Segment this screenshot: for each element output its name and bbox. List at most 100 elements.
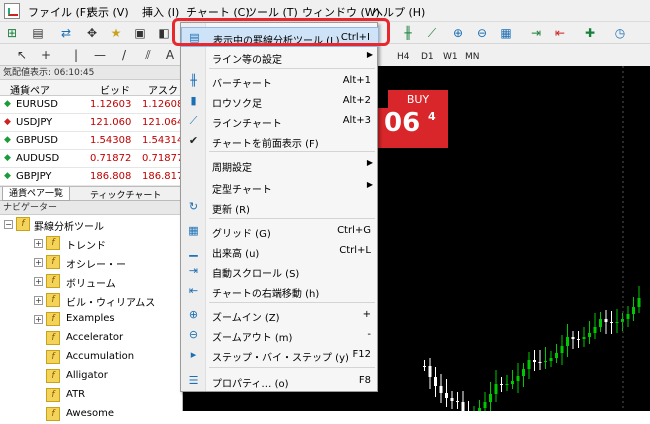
- navigator-folder[interactable]: + f ビル・ウィリアムス: [0, 291, 182, 310]
- ask-price: 1.12608: [142, 99, 184, 110]
- menu-item-item-6[interactable]: 周期設定 ▶: [181, 155, 379, 175]
- menu-item-label: 更新 (R): [212, 205, 250, 216]
- navigator-folder[interactable]: + f オシレー・ー: [0, 253, 182, 272]
- data-window-icon[interactable]: ✥: [84, 25, 100, 41]
- menu-item-item-7[interactable]: 定型チャート ▶: [181, 177, 379, 197]
- trendline-icon[interactable]: /: [116, 47, 132, 63]
- candle-body: [544, 361, 547, 362]
- navigator-root[interactable]: − f 罫線分析ツール: [0, 215, 182, 234]
- chart-shift-tool-icon[interactable]: ⇤: [552, 25, 568, 41]
- menu-item-zoom-out[interactable]: ⊖ ズームアウト (m) -: [181, 325, 379, 345]
- channel-icon[interactable]: ⫽: [140, 47, 156, 63]
- tab-symbols[interactable]: 通貨ペア一覧: [2, 187, 71, 201]
- candle-body: [610, 322, 613, 323]
- navigator-folder-label: ビル・ウィリアムス: [66, 298, 156, 309]
- zoom-out-tool-icon[interactable]: ⊖: [474, 25, 490, 41]
- shift-end-icon: ⇤: [188, 284, 199, 297]
- tab-tick-chart[interactable]: ティックチャート: [90, 188, 161, 201]
- candle-body: [588, 333, 591, 337]
- menu-item-step[interactable]: ▸ ステップ・バイ・ステップ (y) F12: [181, 345, 379, 365]
- market-watch-row[interactable]: ◆ GBPUSD 1.54308 1.54314: [0, 132, 184, 150]
- indicators-tool-icon[interactable]: ✚: [582, 25, 598, 41]
- market-watch-row[interactable]: ◆ EURUSD 1.12603 1.12608: [0, 96, 184, 114]
- crosshair-icon[interactable]: +: [38, 47, 54, 63]
- menu-item-refresh[interactable]: ↻ 更新 (R): [181, 197, 379, 217]
- ask-price: 1.54314: [142, 135, 184, 146]
- menu-item-label: ロウソク足: [212, 99, 262, 110]
- cursor-icon[interactable]: ↖: [14, 47, 30, 63]
- menu-item-label: 周期設定: [212, 163, 252, 174]
- navigator-indicator[interactable]: f Accelerator: [0, 329, 182, 348]
- navigator-indicator[interactable]: f ATR: [0, 386, 182, 405]
- navigator-indicator[interactable]: f Alligator: [0, 367, 182, 386]
- column-ask[interactable]: アスク: [148, 82, 178, 97]
- expand-icon[interactable]: +: [34, 239, 43, 248]
- timeframe-d1[interactable]: D1: [421, 52, 434, 62]
- navigator-indicator[interactable]: f Accumulation: [0, 348, 182, 367]
- zoom-in-tool-icon[interactable]: ⊕: [450, 25, 466, 41]
- candle-body: [500, 384, 503, 385]
- bar-chart-tool-icon[interactable]: ╫: [400, 25, 416, 41]
- terminal-icon[interactable]: ▣: [132, 25, 148, 41]
- timeframe-h4[interactable]: H4: [397, 52, 410, 62]
- menu-item-properties[interactable]: ☰ プロパティ… (o) F8: [181, 371, 379, 391]
- timeframe-w1[interactable]: W1: [443, 52, 458, 62]
- menu-item-volume[interactable]: ▁ 出来高 (u) Ctrl+L: [181, 241, 379, 261]
- navigator-icon[interactable]: ★: [108, 25, 124, 41]
- menu-item-line-chart[interactable]: ⟋ ラインチャート Alt+3: [181, 111, 379, 131]
- line-chart-tool-icon[interactable]: ⟋: [424, 25, 440, 41]
- volume-icon: ▁: [189, 244, 198, 257]
- submenu-arrow-icon: ▶: [366, 50, 373, 59]
- submenu-arrow-icon: ▶: [366, 158, 373, 167]
- column-symbol[interactable]: 通貨ペア: [10, 82, 50, 97]
- navigator-folder[interactable]: + f ボリューム: [0, 272, 182, 291]
- grid-icon: ▦: [188, 224, 199, 237]
- menu-item-autoscroll[interactable]: ⇥ 自動スクロール (S): [181, 261, 379, 281]
- expand-icon[interactable]: +: [34, 296, 43, 305]
- market-watch-tabs: 通貨ペア一覧 ティックチャート: [0, 186, 182, 201]
- autoscroll-tool-icon[interactable]: ⇥: [528, 25, 544, 41]
- menu-insert[interactable]: 挿入 (I): [142, 4, 179, 20]
- horizontal-line-icon[interactable]: —: [92, 47, 108, 63]
- menu-item-candlestick[interactable]: ▮ ロウソク足 Alt+2: [181, 91, 379, 111]
- expand-icon[interactable]: +: [34, 277, 43, 286]
- new-chart-icon[interactable]: ⊞: [4, 25, 20, 41]
- candle-body: [428, 366, 432, 377]
- menu-file[interactable]: ファイル (F): [28, 4, 90, 20]
- menu-item-checkmark[interactable]: ✔ チャートを前面表示 (F): [181, 131, 379, 151]
- profiles-icon[interactable]: ▤: [30, 25, 46, 41]
- menu-item-shift-end[interactable]: ⇤ チャートの右端移動 (h): [181, 281, 379, 301]
- navigator-indicator[interactable]: f Awesome: [0, 405, 182, 424]
- tester-icon[interactable]: ◧: [156, 25, 172, 41]
- expand-icon[interactable]: +: [34, 315, 43, 324]
- candle-body: [637, 298, 641, 307]
- candle-body: [566, 337, 569, 346]
- tile-windows-icon[interactable]: ▦: [498, 25, 514, 41]
- vertical-line-icon[interactable]: |: [68, 47, 84, 63]
- market-watch-icon[interactable]: ⇄: [58, 25, 74, 41]
- candle-body: [538, 362, 542, 363]
- collapse-icon[interactable]: −: [4, 220, 13, 229]
- menu-item-label: チャートの右端移動 (h): [212, 289, 320, 300]
- menu-item-bar-chart[interactable]: ╫ バーチャート Alt+1: [181, 71, 379, 91]
- indicator-folder-icon: f: [16, 217, 30, 231]
- menu-item-zoom-in[interactable]: ⊕ ズームイン (Z) +: [181, 305, 379, 325]
- menu-item-grid[interactable]: ▦ グリッド (G) Ctrl+G: [181, 221, 379, 241]
- timeframe-mn[interactable]: MN: [465, 52, 480, 62]
- market-watch-header: 通貨ペア ビッド アスク: [0, 80, 182, 97]
- text-tool-icon[interactable]: A: [162, 47, 178, 63]
- market-watch-row[interactable]: ◆ USDJPY 121.060 121.064: [0, 114, 183, 132]
- menu-item-label: グリッド (G): [212, 229, 271, 240]
- navigator-folder[interactable]: + f Examples: [0, 310, 182, 329]
- expand-icon[interactable]: +: [34, 258, 43, 267]
- menu-view[interactable]: 表示 (V): [87, 4, 129, 20]
- navigator-folder[interactable]: + f トレンド: [0, 234, 182, 253]
- buy-label: BUY: [406, 93, 430, 106]
- buy-button[interactable]: BUY 06 4: [384, 90, 448, 148]
- market-watch-row[interactable]: ◆ AUDUSD 0.71872 0.71877: [0, 150, 183, 168]
- menu-item-item-1[interactable]: ライン等の設定 ▶: [181, 47, 379, 67]
- column-bid[interactable]: ビッド: [100, 82, 130, 97]
- left-pane: 気配値表示: 06:10:45 通貨ペア ビッド アスク ◆ EURUSD 1.12…: [0, 66, 184, 421]
- market-watch-row[interactable]: ◆ GBPJPY 186.808 186.817: [0, 168, 183, 186]
- periods-tool-icon[interactable]: ◷: [612, 25, 628, 41]
